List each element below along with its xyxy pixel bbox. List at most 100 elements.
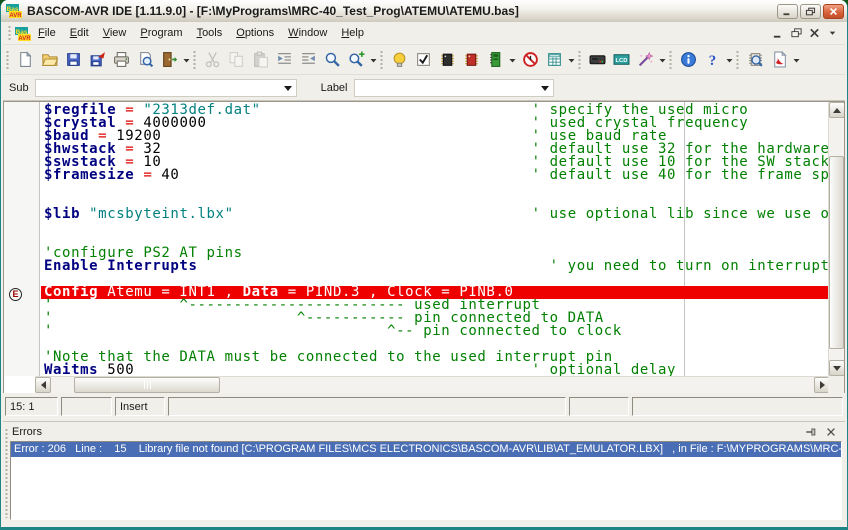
pdf-button[interactable] <box>767 48 791 72</box>
menu-item-tools[interactable]: Tools <box>190 24 230 42</box>
unindent-button[interactable] <box>296 48 320 72</box>
menu-item-window[interactable]: Window <box>281 24 334 42</box>
toolbar-grip[interactable] <box>380 50 383 70</box>
sub-combobox[interactable] <box>35 79 297 97</box>
program-chip-icon <box>463 51 480 68</box>
pdf-icon <box>771 51 788 68</box>
terminal-button[interactable] <box>585 48 609 72</box>
info-button[interactable] <box>676 48 700 72</box>
copy-icon <box>228 51 245 68</box>
dropdown-caret-button[interactable] <box>791 48 802 72</box>
menu-item-view[interactable]: View <box>96 24 134 42</box>
simulator-button[interactable] <box>542 48 566 72</box>
status-panel <box>61 397 112 416</box>
label-combobox[interactable] <box>354 79 554 97</box>
dock-grip[interactable] <box>5 428 8 518</box>
menu-item-edit[interactable]: Edit <box>63 24 96 42</box>
toolbar-grip[interactable] <box>669 50 672 70</box>
status-panel <box>632 397 843 416</box>
program-chip-button[interactable] <box>459 48 483 72</box>
toolbar-grip[interactable] <box>193 50 196 70</box>
toolbar-options-caret-icon[interactable] <box>824 26 841 41</box>
code-line: Enable Interrupts ' you need to turn on … <box>44 260 828 273</box>
title-bar: BasAVR BASCOM-AVR IDE [1.11.9.0] - [F:\M… <box>1 0 847 22</box>
dropdown-caret-button[interactable] <box>657 48 668 72</box>
save-all-icon <box>89 51 106 68</box>
document-icon[interactable]: BasAVR <box>15 26 31 41</box>
pcb-button[interactable] <box>483 48 507 72</box>
open-file-button[interactable] <box>37 48 61 72</box>
scroll-up-icon[interactable] <box>829 102 845 118</box>
stop-button[interactable] <box>518 48 542 72</box>
menu-item-options[interactable]: Options <box>229 24 281 42</box>
label-label: Label <box>321 82 348 94</box>
exit-icon <box>161 51 178 68</box>
syntax-check-icon <box>415 51 432 68</box>
close-panel-icon[interactable] <box>823 425 839 439</box>
mdi-restore-button[interactable] <box>788 26 805 41</box>
copy-button[interactable] <box>224 48 248 72</box>
dropdown-caret-icon <box>567 51 576 68</box>
dropdown-caret-button[interactable] <box>507 48 518 72</box>
paste-button[interactable] <box>248 48 272 72</box>
code-line: $lib "mcsbyteint.lbx" ' use optional lib… <box>44 208 828 221</box>
find-button[interactable] <box>320 48 344 72</box>
toolbar-grip[interactable] <box>578 50 581 70</box>
errors-panel-title: Errors <box>12 426 799 438</box>
report-button[interactable] <box>743 48 767 72</box>
toolbar-grip[interactable] <box>8 25 11 41</box>
mdi-minimize-button[interactable] <box>770 26 787 41</box>
find-next-button[interactable] <box>344 48 368 72</box>
print-preview-button[interactable] <box>133 48 157 72</box>
vertical-scroll-thumb[interactable] <box>829 156 844 349</box>
save-file-button[interactable] <box>61 48 85 72</box>
vertical-scrollbar[interactable] <box>828 102 844 376</box>
show-result-icon <box>439 51 456 68</box>
save-file-icon <box>65 51 82 68</box>
svg-text:AVR: AVR <box>9 13 22 19</box>
dropdown-caret-button[interactable] <box>368 48 379 72</box>
scroll-down-icon[interactable] <box>829 360 845 376</box>
show-result-button[interactable] <box>435 48 459 72</box>
horizontal-scroll-thumb[interactable] <box>74 377 220 393</box>
errors-panel: Errors Error : 206 Line : 15 Library fil… <box>3 421 845 524</box>
simulator-icon <box>546 51 563 68</box>
close-button[interactable] <box>823 4 844 19</box>
scroll-left-icon[interactable] <box>35 377 51 393</box>
exit-button[interactable] <box>157 48 181 72</box>
error-row[interactable]: Error : 206 Line : 15 Library file not f… <box>11 442 841 457</box>
chevron-down-icon[interactable] <box>538 80 553 96</box>
info-icon <box>680 51 697 68</box>
status-bar: 15: 1Insert <box>3 393 845 421</box>
wizard-button[interactable] <box>633 48 657 72</box>
unindent-icon <box>300 51 317 68</box>
code-editor[interactable]: E $regfile = "2313def.dat" ' specify the… <box>3 101 845 393</box>
chevron-down-icon[interactable] <box>281 80 296 96</box>
syntax-check-button[interactable] <box>411 48 435 72</box>
menu-item-file[interactable]: File <box>31 24 63 42</box>
indent-icon <box>276 51 293 68</box>
menu-item-program[interactable]: Program <box>133 24 189 42</box>
minimize-button[interactable] <box>777 4 798 19</box>
status-panel: Insert <box>115 397 165 416</box>
code-area[interactable]: $regfile = "2313def.dat" ' specify the u… <box>41 102 828 376</box>
menu-item-help[interactable]: Help <box>334 24 371 42</box>
print-button[interactable] <box>109 48 133 72</box>
restore-button[interactable] <box>800 4 821 19</box>
toolbar-grip[interactable] <box>6 50 9 70</box>
compile-button[interactable] <box>387 48 411 72</box>
horizontal-scrollbar[interactable] <box>35 376 830 393</box>
save-all-button[interactable] <box>85 48 109 72</box>
dropdown-caret-button[interactable] <box>566 48 577 72</box>
toolbar-grip[interactable] <box>736 50 739 70</box>
help-button[interactable]: ? <box>700 48 724 72</box>
dropdown-caret-button[interactable] <box>724 48 735 72</box>
pin-icon[interactable] <box>803 425 819 439</box>
cut-button[interactable] <box>200 48 224 72</box>
dropdown-caret-button[interactable] <box>181 48 192 72</box>
indent-button[interactable] <box>272 48 296 72</box>
mdi-close-button[interactable] <box>806 26 823 41</box>
lcd-icon: LCD <box>613 51 630 68</box>
lcd-button[interactable]: LCD <box>609 48 633 72</box>
new-file-button[interactable] <box>13 48 37 72</box>
